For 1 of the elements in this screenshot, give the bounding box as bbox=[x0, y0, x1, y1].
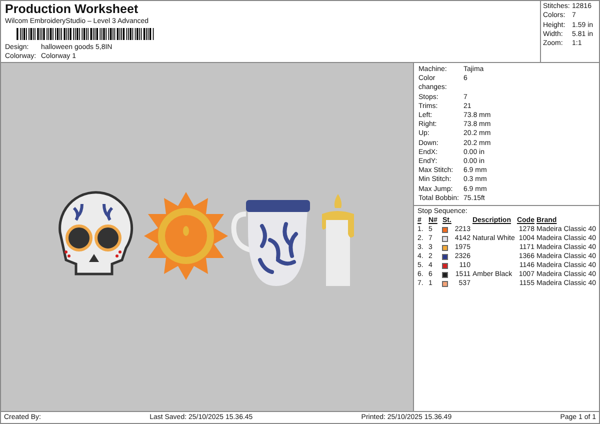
worksheet-title: Production Worksheet bbox=[5, 2, 140, 17]
